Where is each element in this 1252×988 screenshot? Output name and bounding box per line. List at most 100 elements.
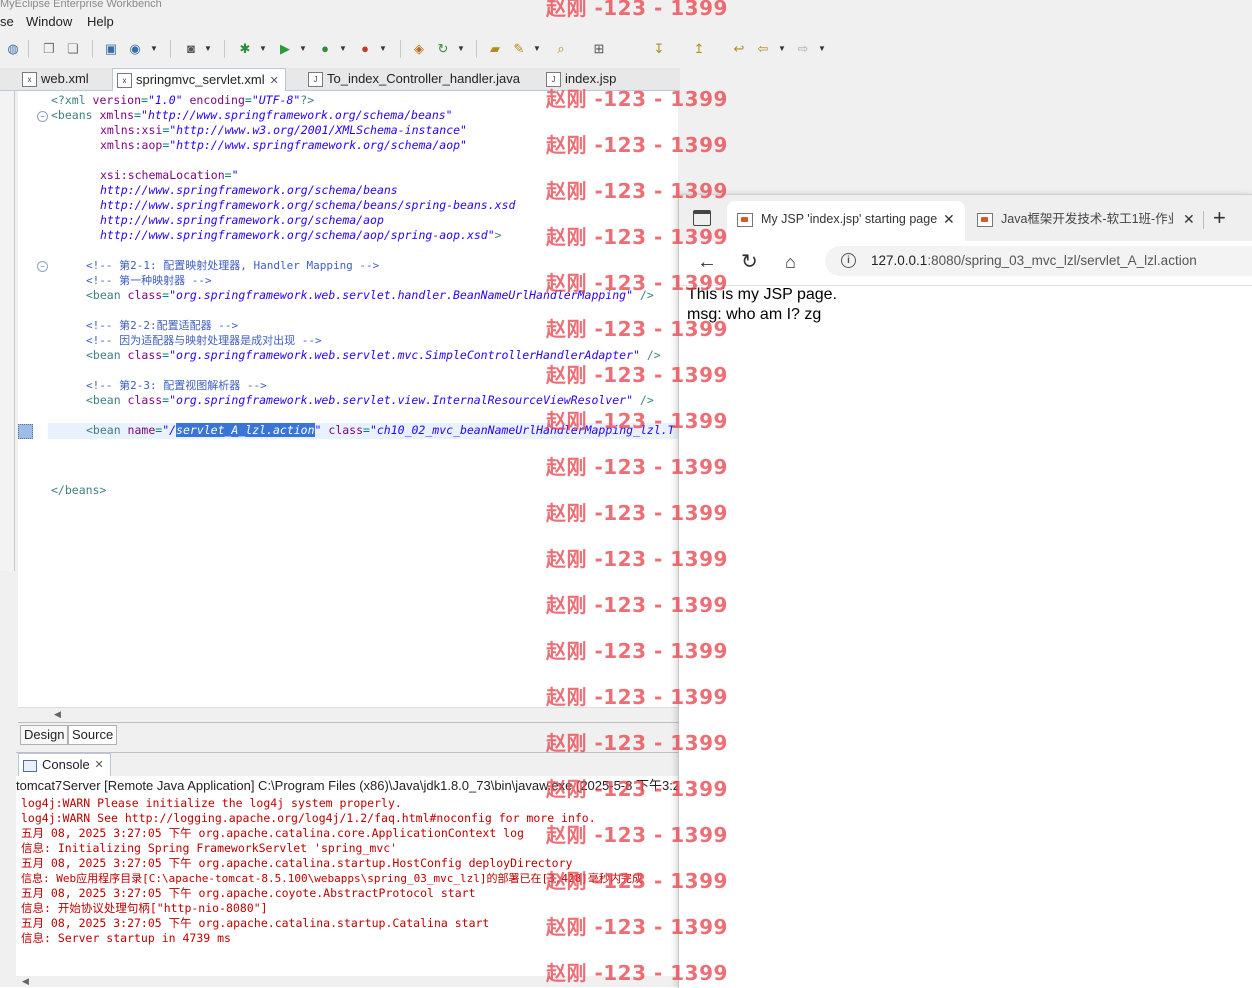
page-favicon-icon bbox=[977, 212, 993, 227]
watermark: 赵刚 -123 - 1399 bbox=[546, 271, 728, 295]
refresh-icon[interactable]: ↻ bbox=[434, 40, 452, 58]
watermark: 赵刚 -123 - 1399 bbox=[546, 0, 728, 20]
tab-design[interactable]: Design bbox=[20, 725, 69, 745]
code-line-5: xsi:schemaLocation=" bbox=[100, 168, 239, 182]
close-icon[interactable]: ✕ bbox=[270, 75, 279, 87]
camera-icon[interactable]: ◙ bbox=[182, 40, 200, 58]
watermark: 赵刚 -123 - 1399 bbox=[546, 593, 728, 617]
page-favicon-icon bbox=[737, 212, 753, 227]
tab-springmvc-servlet-xml[interactable]: x springmvc_servlet.xml ✕ bbox=[112, 68, 286, 91]
url-text[interactable]: 127.0.0.1:8080/spring_03_mvc_lzl/servlet… bbox=[871, 246, 1197, 276]
close-icon[interactable]: ✕ bbox=[94, 754, 103, 776]
code-line-6: http://www.springframework.org/schema/be… bbox=[100, 183, 398, 197]
code-line-8: http://www.springframework.org/schema/ao… bbox=[100, 213, 384, 227]
menu-item-help[interactable]: Help bbox=[87, 14, 114, 29]
package-icon[interactable]: ◈ bbox=[410, 40, 428, 58]
fold-icon[interactable]: − bbox=[37, 111, 48, 122]
next-annotation-icon[interactable]: ↧ bbox=[650, 40, 668, 58]
watermark: 赵刚 -123 - 1399 bbox=[546, 409, 728, 433]
watermark: 赵刚 -123 - 1399 bbox=[546, 317, 728, 341]
menu-item-source[interactable]: se bbox=[0, 14, 14, 29]
comment-line-5: <!-- 第2-3: 配置视图解析器 --> bbox=[86, 379, 267, 392]
search-icon[interactable]: ⌕ bbox=[552, 40, 570, 58]
comment-line-3: <!-- 第2-2:配置适配器 --> bbox=[86, 319, 239, 332]
prev-annotation-icon[interactable]: ↥ bbox=[690, 40, 708, 58]
external-tools-icon[interactable]: ● bbox=[356, 40, 374, 58]
watermark: 赵刚 -123 - 1399 bbox=[546, 685, 728, 709]
close-tab-icon[interactable]: ✕ bbox=[1183, 201, 1195, 237]
code-line-1: <?xml version="1.0" encoding="UTF-8"?> bbox=[51, 93, 315, 107]
java-file-icon: J bbox=[308, 72, 323, 88]
watermark: 赵刚 -123 - 1399 bbox=[546, 869, 728, 893]
debug-icon[interactable]: ✱ bbox=[236, 40, 254, 58]
code-line-2: <beans xmlns="http://www.springframework… bbox=[51, 108, 453, 122]
code-line-9: http://www.springframework.org/schema/ao… bbox=[100, 228, 502, 242]
new-tab-button[interactable]: + bbox=[1213, 205, 1226, 231]
web-icon[interactable]: ◉ bbox=[126, 40, 144, 58]
page-content: This is my JSP page. msg: who am I? zg bbox=[687, 285, 1247, 325]
back-icon[interactable]: ⇦ bbox=[754, 40, 772, 58]
forward-icon[interactable]: ⇨ bbox=[794, 40, 812, 58]
new-wizard-icon[interactable]: ▣ bbox=[102, 40, 120, 58]
comment-line-4: <!-- 因为适配器与映射处理器是成对出现 --> bbox=[86, 334, 322, 347]
watermark: 赵刚 -123 - 1399 bbox=[546, 133, 728, 157]
console-line: log4j:WARN Please initialize the log4j s… bbox=[21, 796, 402, 810]
menu-item-window[interactable]: Window bbox=[26, 14, 72, 29]
occurrence-marker bbox=[18, 424, 33, 439]
watermark: 赵刚 -123 - 1399 bbox=[546, 639, 728, 663]
code-line-end: </beans> bbox=[51, 483, 107, 497]
copy-icon[interactable]: ❐ bbox=[40, 40, 58, 58]
xml-file-icon: x bbox=[22, 72, 37, 88]
paste-icon[interactable]: ❏ bbox=[64, 40, 82, 58]
annotation-icon[interactable]: ⊞ bbox=[590, 40, 608, 58]
console-line: 信息: Server startup in 4739 ms bbox=[21, 931, 231, 945]
tab-to-index-controller-handler-java[interactable]: J To_index_Controller_handler.java bbox=[304, 68, 520, 90]
code-line-4: xmlns:aop="http://www.springframework.or… bbox=[100, 138, 467, 152]
run-icon[interactable]: ▶ bbox=[276, 40, 294, 58]
console-line: 五月 08, 2025 3:27:05 下午 org.apache.coyote… bbox=[21, 886, 476, 900]
console-line: 信息: 开始协议处理句柄["http-nio-8080"] bbox=[21, 901, 268, 915]
tab-source[interactable]: Source bbox=[68, 725, 118, 745]
fold-icon[interactable]: − bbox=[37, 261, 48, 272]
url-field[interactable]: i 127.0.0.1:8080/spring_03_mvc_lzl/servl… bbox=[825, 246, 1252, 276]
browser-address-bar: ← ↻ ⌂ i 127.0.0.1:8080/spring_03_mvc_lzl… bbox=[679, 241, 1252, 286]
console-line: 五月 08, 2025 3:27:05 下午 org.apache.catali… bbox=[21, 916, 490, 930]
watermark: 赵刚 -123 - 1399 bbox=[546, 547, 728, 571]
close-tab-icon[interactable]: ✕ bbox=[943, 201, 955, 237]
watermark: 赵刚 -123 - 1399 bbox=[546, 179, 728, 203]
comment-line-1: <!-- 第2-1: 配置映射处理器, Handler Mapping --> bbox=[86, 259, 380, 272]
browser-tab-2[interactable]: Java框架开发技术-软工1班-作业 ✕ bbox=[967, 201, 1203, 241]
globe-icon[interactable]: ◍ bbox=[4, 40, 22, 58]
selected-text[interactable]: servlet_A_lzl.action bbox=[176, 423, 315, 437]
browser-tab-strip: My JSP 'index.jsp' starting page ✕ Java框… bbox=[679, 195, 1252, 241]
watermark: 赵刚 -123 - 1399 bbox=[546, 87, 728, 111]
watermark: 赵刚 -123 - 1399 bbox=[546, 363, 728, 387]
run-server-icon[interactable]: ● bbox=[316, 40, 334, 58]
console-line: 五月 08, 2025 3:27:05 下午 org.apache.catali… bbox=[21, 856, 573, 870]
watermark: 赵刚 -123 - 1399 bbox=[546, 455, 728, 479]
page-text-line-2: msg: who am I? zg bbox=[687, 306, 822, 323]
main-toolbar: ◍ ❐ ❏ ▣ ◉ ▼ ◙ ▼ ✱ ▼ ▶ ▼ ● ▼ ● ▼ ◈ ↻ ▼ ▰ … bbox=[0, 36, 1252, 64]
code-line-7: http://www.springframework.org/schema/be… bbox=[100, 198, 516, 212]
watermark: 赵刚 -123 - 1399 bbox=[546, 961, 728, 985]
left-gutter bbox=[0, 91, 15, 571]
reload-icon[interactable]: ↻ bbox=[741, 252, 758, 272]
watermark: 赵刚 -123 - 1399 bbox=[546, 915, 728, 939]
console-line: 五月 08, 2025 3:27:05 下午 org.apache.catali… bbox=[21, 826, 524, 840]
console-line: 信息: Initializing Spring FrameworkServlet… bbox=[21, 841, 398, 855]
pen-icon[interactable]: ✎ bbox=[510, 40, 528, 58]
home-icon[interactable]: ⌂ bbox=[785, 252, 796, 272]
xml-file-icon: x bbox=[117, 73, 132, 89]
console-line: log4j:WARN See http://logging.apache.org… bbox=[21, 811, 596, 825]
open-folder-icon[interactable]: ▰ bbox=[486, 40, 504, 58]
watermark: 赵刚 -123 - 1399 bbox=[546, 225, 728, 249]
watermark: 赵刚 -123 - 1399 bbox=[546, 777, 728, 801]
tab-web-xml[interactable]: x web.xml bbox=[18, 68, 89, 90]
browser-tab-active[interactable]: My JSP 'index.jsp' starting page ✕ bbox=[727, 201, 965, 241]
comment-line-2: <!-- 第一种映射器 --> bbox=[86, 274, 212, 287]
tab-console[interactable]: Console ✕ bbox=[18, 753, 111, 776]
info-icon[interactable]: i bbox=[841, 253, 856, 268]
last-edit-icon[interactable]: ↩ bbox=[730, 40, 748, 58]
watermark: 赵刚 -123 - 1399 bbox=[546, 501, 728, 525]
watermark: 赵刚 -123 - 1399 bbox=[546, 731, 728, 755]
